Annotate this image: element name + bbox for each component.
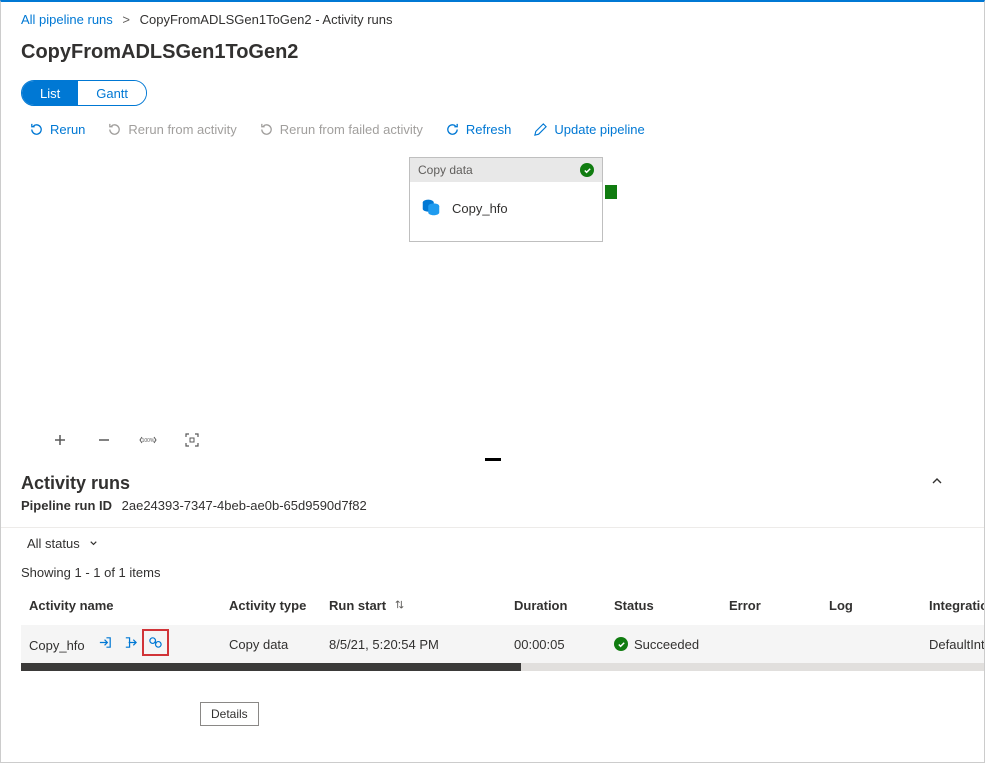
col-duration[interactable]: Duration bbox=[506, 590, 606, 625]
breadcrumb-current: CopyFromADLSGen1ToGen2 - Activity runs bbox=[140, 12, 393, 27]
pipeline-canvas[interactable]: Copy data Copy_hfo 100% bbox=[21, 149, 964, 449]
view-toggle-list[interactable]: List bbox=[22, 81, 78, 105]
activity-runs-table: Activity name Activity type Run start Du… bbox=[21, 590, 984, 663]
breadcrumb: All pipeline runs > CopyFromADLSGen1ToGe… bbox=[1, 2, 984, 35]
toolbar: Rerun Rerun from activity Rerun from fai… bbox=[1, 116, 984, 149]
cell-integration: DefaultInteg bbox=[921, 625, 984, 663]
status-filter-label: All status bbox=[27, 536, 80, 551]
pencil-icon bbox=[533, 122, 548, 137]
database-icon bbox=[420, 196, 442, 221]
svg-text:100%: 100% bbox=[142, 438, 155, 444]
runid-value: 2ae24393-7347-4beb-ae0b-65d9590d7f82 bbox=[122, 498, 367, 513]
collapse-panel-button[interactable] bbox=[930, 474, 944, 491]
panel-resize-handle[interactable] bbox=[1, 449, 984, 461]
horizontal-scrollbar[interactable] bbox=[21, 663, 984, 671]
result-count: Showing 1 - 1 of 1 items bbox=[1, 565, 984, 590]
view-toggle-gantt[interactable]: Gantt bbox=[78, 81, 146, 105]
zoom-reset-button[interactable]: 100% bbox=[139, 431, 157, 449]
rerun-icon bbox=[29, 122, 44, 137]
cell-run-start: 8/5/21, 5:20:54 PM bbox=[321, 625, 506, 663]
rerun-failed-label: Rerun from failed activity bbox=[280, 122, 423, 137]
rerun-button[interactable]: Rerun bbox=[29, 122, 85, 137]
col-activity-type[interactable]: Activity type bbox=[221, 590, 321, 625]
rerun-from-failed-button: Rerun from failed activity bbox=[259, 122, 423, 137]
node-type-label: Copy data bbox=[418, 163, 473, 177]
update-pipeline-button[interactable]: Update pipeline bbox=[533, 122, 644, 137]
output-action-button[interactable] bbox=[123, 635, 138, 650]
breadcrumb-separator: > bbox=[122, 12, 130, 27]
rerun-label: Rerun bbox=[50, 122, 85, 137]
status-filter-dropdown[interactable]: All status bbox=[21, 532, 105, 555]
view-toggle: List Gantt bbox=[21, 80, 147, 106]
success-check-icon bbox=[580, 163, 594, 177]
zoom-fit-button[interactable] bbox=[183, 431, 201, 449]
activity-runs-heading: Activity runs bbox=[21, 473, 130, 494]
col-activity-name[interactable]: Activity name bbox=[21, 590, 221, 625]
cell-duration: 00:00:05 bbox=[506, 625, 606, 663]
col-status[interactable]: Status bbox=[606, 590, 721, 625]
cell-activity-name: Copy_hfo bbox=[29, 638, 85, 653]
rerun-activity-label: Rerun from activity bbox=[128, 122, 236, 137]
col-integration[interactable]: Integration r bbox=[921, 590, 984, 625]
table-row[interactable]: Copy_hfo Cop bbox=[21, 625, 984, 663]
zoom-out-button[interactable] bbox=[95, 431, 113, 449]
rerun-failed-icon bbox=[259, 122, 274, 137]
activity-node[interactable]: Copy data Copy_hfo bbox=[409, 157, 603, 242]
rerun-from-activity-button: Rerun from activity bbox=[107, 122, 236, 137]
sort-indicator-icon bbox=[394, 599, 405, 610]
input-action-button[interactable] bbox=[98, 635, 113, 650]
runid-label: Pipeline run ID bbox=[21, 498, 112, 513]
col-run-start[interactable]: Run start bbox=[321, 590, 506, 625]
zoom-in-button[interactable] bbox=[51, 431, 69, 449]
canvas-controls: 100% bbox=[51, 431, 201, 449]
cell-error bbox=[721, 625, 821, 663]
cell-status: Succeeded bbox=[634, 637, 699, 652]
details-action-button[interactable] bbox=[144, 631, 167, 654]
cell-activity-type: Copy data bbox=[221, 625, 321, 663]
refresh-icon bbox=[445, 122, 460, 137]
col-log[interactable]: Log bbox=[821, 590, 921, 625]
cell-log bbox=[821, 625, 921, 663]
col-error[interactable]: Error bbox=[721, 590, 821, 625]
chevron-down-icon bbox=[88, 538, 99, 549]
status-success-icon bbox=[614, 637, 628, 651]
details-tooltip: Details bbox=[200, 702, 259, 726]
refresh-button[interactable]: Refresh bbox=[445, 122, 512, 137]
node-success-connector bbox=[605, 185, 617, 199]
node-name: Copy_hfo bbox=[452, 201, 508, 216]
scrollbar-thumb[interactable] bbox=[21, 663, 521, 671]
page-title: CopyFromADLSGen1ToGen2 bbox=[1, 35, 984, 76]
refresh-label: Refresh bbox=[466, 122, 512, 137]
update-label: Update pipeline bbox=[554, 122, 644, 137]
breadcrumb-root-link[interactable]: All pipeline runs bbox=[21, 12, 113, 27]
col-run-start-label: Run start bbox=[329, 598, 386, 613]
rerun-activity-icon bbox=[107, 122, 122, 137]
pipeline-run-id: Pipeline run ID 2ae24393-7347-4beb-ae0b-… bbox=[1, 498, 984, 527]
